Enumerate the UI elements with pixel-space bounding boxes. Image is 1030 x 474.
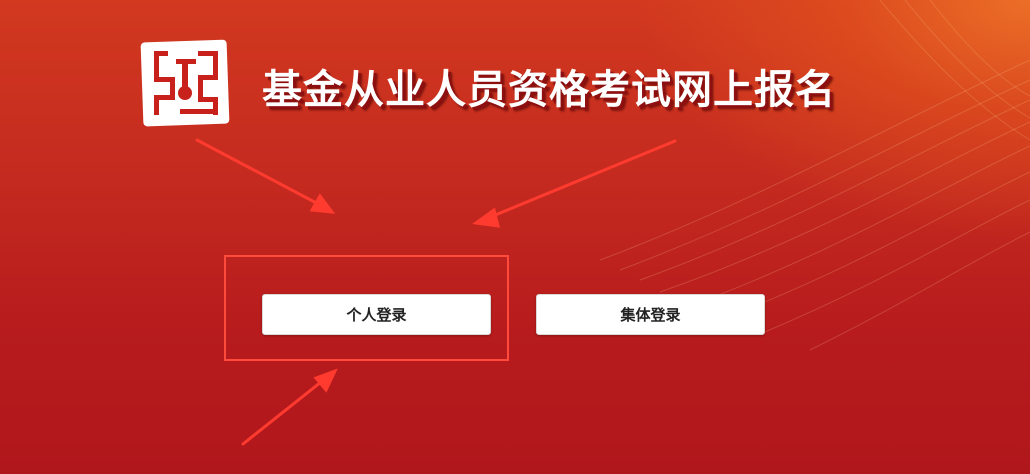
individual-login-button[interactable]: 个人登录	[262, 294, 491, 335]
seal-logo-icon	[140, 37, 232, 129]
page-title: 基金从业人员资格考试网上报名	[262, 66, 836, 113]
group-login-button[interactable]: 集体登录	[536, 294, 765, 335]
page-header: 基金从业人员资格考试网上报名	[140, 36, 836, 130]
